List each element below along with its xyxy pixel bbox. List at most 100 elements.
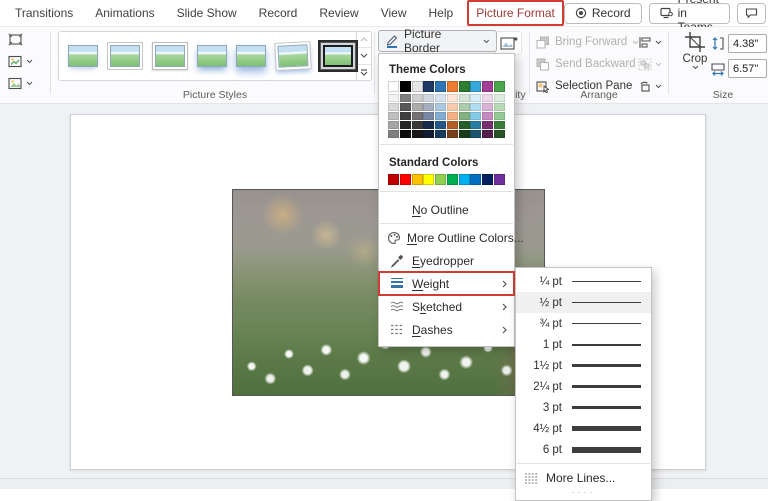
theme-variant-swatch[interactable] bbox=[388, 103, 399, 111]
standard-color-swatch[interactable] bbox=[399, 174, 411, 185]
theme-color-swatch[interactable] bbox=[470, 81, 482, 92]
theme-variant-swatch[interactable] bbox=[470, 103, 482, 111]
weight-option-3-pt[interactable]: 3 pt bbox=[516, 397, 651, 418]
weight-option-4½-pt[interactable]: 4½ pt bbox=[516, 418, 651, 439]
picture-style-thumbnail-selected[interactable] bbox=[318, 40, 358, 72]
theme-color-swatch[interactable] bbox=[482, 81, 494, 92]
theme-variant-swatch[interactable] bbox=[458, 121, 470, 129]
menu-item-no-outline[interactable]: No Outline bbox=[379, 198, 514, 221]
theme-variant-swatch[interactable] bbox=[458, 103, 470, 111]
remove-background-button[interactable] bbox=[8, 33, 23, 46]
theme-variant-swatch[interactable] bbox=[493, 94, 505, 102]
theme-variant-swatch[interactable] bbox=[435, 121, 447, 129]
theme-variant-swatch[interactable] bbox=[493, 121, 505, 129]
comments-button[interactable] bbox=[736, 2, 766, 24]
theme-variant-swatch[interactable] bbox=[493, 130, 505, 138]
send-backward-button[interactable]: Send Backward bbox=[536, 55, 648, 73]
weight-option-½-pt[interactable]: ½ pt bbox=[516, 292, 651, 313]
theme-variant-swatch[interactable] bbox=[470, 130, 482, 138]
group-objects-button[interactable] bbox=[638, 55, 662, 73]
theme-variant-swatch[interactable] bbox=[458, 94, 470, 102]
weight-option-¾-pt[interactable]: ¾ pt bbox=[516, 313, 651, 334]
gallery-more-button[interactable] bbox=[357, 65, 371, 80]
theme-variant-swatch[interactable] bbox=[399, 94, 411, 102]
theme-variant-swatch[interactable] bbox=[482, 130, 494, 138]
theme-color-swatch[interactable] bbox=[388, 81, 399, 92]
theme-color-swatch[interactable] bbox=[399, 81, 411, 92]
alt-text-button[interactable] bbox=[495, 31, 522, 55]
tab-transitions[interactable]: Transitions bbox=[4, 6, 84, 20]
corrections-button[interactable] bbox=[8, 55, 33, 68]
standard-color-swatch[interactable] bbox=[388, 174, 399, 185]
width-input[interactable]: 6.57" bbox=[728, 59, 767, 78]
bring-forward-button[interactable]: Bring Forward bbox=[536, 33, 639, 51]
theme-color-swatch[interactable] bbox=[493, 81, 505, 92]
weight-option-1-pt[interactable]: 1 pt bbox=[516, 334, 651, 355]
theme-variant-swatch[interactable] bbox=[482, 121, 494, 129]
theme-variant-swatch[interactable] bbox=[446, 112, 458, 120]
tab-slide-show[interactable]: Slide Show bbox=[166, 6, 248, 20]
standard-color-swatch[interactable] bbox=[493, 174, 505, 185]
theme-variant-swatch[interactable] bbox=[423, 103, 435, 111]
theme-variant-swatch[interactable] bbox=[470, 112, 482, 120]
theme-variant-swatch[interactable] bbox=[446, 94, 458, 102]
theme-variant-swatch[interactable] bbox=[435, 103, 447, 111]
gallery-scroll-up-button[interactable] bbox=[357, 32, 371, 49]
theme-variant-swatch[interactable] bbox=[482, 103, 494, 111]
record-button[interactable]: Record bbox=[563, 2, 642, 24]
theme-variant-swatch[interactable] bbox=[493, 103, 505, 111]
theme-variant-swatch[interactable] bbox=[423, 94, 435, 102]
theme-variant-swatch[interactable] bbox=[493, 112, 505, 120]
tab-help[interactable]: Help bbox=[418, 6, 465, 20]
theme-variant-swatch[interactable] bbox=[482, 112, 494, 120]
theme-variant-swatch[interactable] bbox=[388, 130, 399, 138]
theme-variant-swatch[interactable] bbox=[470, 121, 482, 129]
theme-variant-swatch[interactable] bbox=[411, 130, 423, 138]
theme-variant-swatch[interactable] bbox=[411, 94, 423, 102]
theme-variant-swatch[interactable] bbox=[482, 94, 494, 102]
picture-style-thumbnail[interactable] bbox=[152, 42, 188, 70]
tab-review[interactable]: Review bbox=[308, 6, 369, 20]
standard-color-swatch[interactable] bbox=[446, 174, 458, 185]
standard-color-swatch[interactable] bbox=[435, 174, 447, 185]
theme-variant-swatch[interactable] bbox=[458, 130, 470, 138]
picture-style-thumbnail[interactable] bbox=[68, 45, 98, 67]
standard-color-swatch[interactable] bbox=[423, 174, 435, 185]
theme-variant-swatch[interactable] bbox=[435, 130, 447, 138]
picture-border-button[interactable]: Picture Border bbox=[378, 27, 497, 55]
theme-variant-swatch[interactable] bbox=[435, 112, 447, 120]
picture-style-thumbnail[interactable] bbox=[107, 42, 143, 70]
theme-color-swatch[interactable] bbox=[435, 81, 447, 92]
gallery-scroll-down-button[interactable] bbox=[357, 48, 371, 65]
theme-variant-swatch[interactable] bbox=[423, 130, 435, 138]
tab-animations[interactable]: Animations bbox=[84, 6, 165, 20]
theme-color-swatch[interactable] bbox=[423, 81, 435, 92]
align-button[interactable] bbox=[638, 33, 662, 51]
theme-variant-swatch[interactable] bbox=[411, 112, 423, 120]
picture-style-thumbnail[interactable] bbox=[274, 41, 312, 71]
theme-variant-swatch[interactable] bbox=[399, 121, 411, 129]
picture-style-thumbnail[interactable] bbox=[236, 45, 266, 67]
theme-variant-swatch[interactable] bbox=[458, 112, 470, 120]
theme-variant-swatch[interactable] bbox=[446, 130, 458, 138]
theme-color-swatch[interactable] bbox=[446, 81, 458, 92]
theme-variant-swatch[interactable] bbox=[399, 130, 411, 138]
menu-item-dashes[interactable]: Dashes bbox=[379, 318, 514, 341]
menu-item-eyedropper[interactable]: Eyedropper bbox=[379, 249, 514, 272]
theme-variant-swatch[interactable] bbox=[446, 121, 458, 129]
theme-variant-swatch[interactable] bbox=[470, 94, 482, 102]
weight-option-¼-pt[interactable]: ¼ pt bbox=[516, 271, 651, 292]
menu-resize-grip[interactable]: ···· bbox=[516, 488, 651, 498]
height-input[interactable]: 4.38" bbox=[728, 34, 767, 53]
standard-color-swatch[interactable] bbox=[458, 174, 470, 185]
theme-variant-swatch[interactable] bbox=[411, 103, 423, 111]
theme-variant-swatch[interactable] bbox=[435, 94, 447, 102]
menu-item-more-outline-colors[interactable]: More Outline Colors... bbox=[379, 226, 524, 249]
weight-option-6-pt[interactable]: 6 pt bbox=[516, 439, 651, 460]
theme-variant-swatch[interactable] bbox=[423, 121, 435, 129]
theme-variant-swatch[interactable] bbox=[388, 112, 399, 120]
theme-variant-swatch[interactable] bbox=[388, 94, 399, 102]
theme-color-swatch[interactable] bbox=[411, 81, 423, 92]
theme-variant-swatch[interactable] bbox=[388, 121, 399, 129]
weight-option-2¼-pt[interactable]: 2¼ pt bbox=[516, 376, 651, 397]
